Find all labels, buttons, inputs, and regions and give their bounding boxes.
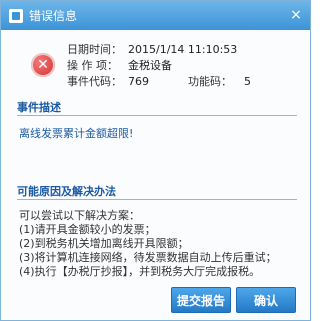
submit-report-button[interactable]: 提交报告: [171, 287, 231, 313]
date-label: 日期时间：: [67, 43, 122, 56]
error-dialog: 错误信息 × ✕ 日期时间： 2015/1/14 11:10:53 操 作 项：…: [0, 0, 311, 321]
function-code-label: 功能码：: [188, 75, 232, 88]
event-description-heading: 事件描述: [17, 97, 297, 116]
error-icon: ✕: [31, 53, 55, 77]
solution-heading: 可能原因及解决办法: [17, 181, 297, 200]
date-row: 日期时间： 2015/1/14 11:10:53: [67, 41, 237, 57]
event-description-text: 离线发票累计金额超限!: [19, 127, 134, 140]
solution-line: (4)执行【办税厅抄报】，并到税务大厅完成报税。: [19, 265, 261, 278]
window-title: 错误信息: [29, 9, 78, 23]
code-row: 事件代码： 769 功能码： 5: [67, 73, 251, 89]
close-icon[interactable]: ×: [288, 7, 304, 23]
operation-value: 金税设备: [128, 59, 172, 72]
event-code-value: 769: [128, 74, 149, 88]
operation-row: 操 作 项： 金税设备: [67, 57, 172, 73]
date-value: 2015/1/14 11:10:53: [128, 42, 238, 56]
confirm-button[interactable]: 确认: [236, 287, 296, 313]
title-bar[interactable]: 错误信息 ×: [1, 1, 310, 30]
function-code-value: 5: [244, 74, 251, 88]
error-summary: ✕ 日期时间： 2015/1/14 11:10:53 操 作 项： 金税设备 事…: [1, 31, 310, 91]
operation-label: 操 作 项：: [67, 59, 118, 72]
event-code-label: 事件代码：: [67, 75, 122, 88]
app-icon: [9, 8, 23, 23]
